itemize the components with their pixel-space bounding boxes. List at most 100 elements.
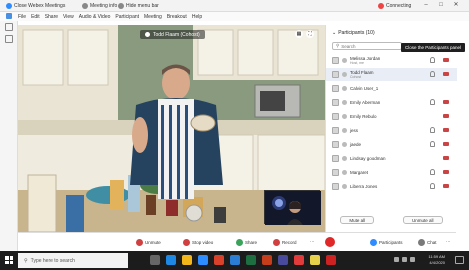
- mic-icon[interactable]: [430, 57, 435, 63]
- avatar-icon: [332, 169, 339, 176]
- participant-row[interactable]: Emily Rebulo: [326, 110, 457, 123]
- stop-video-button[interactable]: Stop video: [183, 237, 213, 247]
- menu-edit[interactable]: Edit: [31, 14, 40, 20]
- participant-row[interactable]: Todd Flaam Cohost: [326, 68, 457, 81]
- participant-row[interactable]: Margaret: [326, 166, 457, 179]
- layout-icon[interactable]: [5, 35, 13, 43]
- tab-label: Hide menu bar: [126, 3, 159, 9]
- menu-participant[interactable]: Participant: [115, 14, 139, 20]
- mic-icon[interactable]: [430, 71, 435, 77]
- video-status-icon: [342, 58, 347, 63]
- participant-row[interactable]: Melissa Jordan Host, me: [326, 54, 457, 67]
- powerpoint-icon[interactable]: [262, 255, 272, 265]
- mic-icon[interactable]: [430, 141, 435, 147]
- info-icon: [82, 3, 88, 9]
- menu-breakout[interactable]: Breakout: [167, 14, 187, 20]
- title-bar: Close Webex Meetings Meeting info Hide m…: [0, 0, 469, 12]
- avatar-icon: [332, 141, 339, 148]
- video-status-icon: [342, 170, 347, 175]
- avatar-icon: [332, 57, 339, 64]
- mute-all-button[interactable]: Mute all: [340, 216, 375, 224]
- record-button[interactable]: Record: [273, 237, 297, 247]
- fullscreen-icon[interactable]: ⛶: [306, 30, 314, 38]
- end-meeting-button[interactable]: [325, 237, 335, 247]
- taskbar-search[interactable]: ⚲ Type here to search: [18, 253, 128, 268]
- participant-search[interactable]: ⚲: [332, 42, 402, 50]
- avatar-icon: [332, 127, 339, 134]
- share-button[interactable]: Share: [236, 237, 257, 247]
- menu-help[interactable]: Help: [192, 14, 202, 20]
- mic-icon[interactable]: [430, 183, 435, 189]
- participant-row[interactable]: jaede: [326, 138, 457, 151]
- app-icon[interactable]: [214, 255, 224, 265]
- participant-name: jaede: [350, 142, 362, 147]
- participant-row[interactable]: Calvin User_1: [326, 82, 457, 95]
- menu-meeting[interactable]: Meeting: [144, 14, 162, 20]
- participants-button[interactable]: Participants: [370, 237, 403, 247]
- video-status-icon: [342, 128, 347, 133]
- avatar-icon: [332, 183, 339, 190]
- search-icon: ⚲: [24, 257, 28, 264]
- app-icon[interactable]: [294, 255, 304, 265]
- record-icon: [273, 238, 280, 246]
- collapse-chevron-icon[interactable]: ⌄: [332, 30, 336, 36]
- more-icon: ⋯: [310, 239, 315, 244]
- word-icon[interactable]: [230, 255, 240, 265]
- participant-name: jess: [350, 128, 359, 133]
- participant-row[interactable]: Emily Aberman: [326, 96, 457, 109]
- chrome-icon[interactable]: [310, 255, 320, 265]
- tab-meeting-info[interactable]: Meeting info: [82, 2, 117, 10]
- avatar-icon: [332, 71, 339, 78]
- menu-share[interactable]: Share: [45, 14, 58, 20]
- close-button[interactable]: ✕: [451, 1, 461, 10]
- layout-toggle-icon[interactable]: ▦: [295, 30, 303, 38]
- task-view-icon[interactable]: [150, 255, 160, 265]
- chat-button[interactable]: Chat: [418, 237, 437, 247]
- camera-icon: [443, 156, 449, 160]
- self-view-thumbnail[interactable]: [264, 190, 321, 225]
- notifications-icon[interactable]: [455, 256, 464, 264]
- camera-icon: [443, 114, 449, 118]
- clock-date: 4/4/2020: [429, 260, 445, 265]
- menu-audio-video[interactable]: Audio & Video: [79, 14, 111, 20]
- participant-row[interactable]: jess: [326, 124, 457, 137]
- webex-taskbar-icon[interactable]: [198, 255, 208, 265]
- more-options-button[interactable]: ⋯: [310, 237, 315, 247]
- tab-label: Meeting info: [90, 3, 118, 9]
- excel-icon[interactable]: [246, 255, 256, 265]
- taskbar-clock[interactable]: 11:59 AM 4/4/2020: [428, 254, 445, 266]
- file-explorer-icon[interactable]: [182, 255, 192, 265]
- toolbar-more-button[interactable]: ⋯: [446, 237, 451, 247]
- taskbar-search-placeholder: Type here to search: [30, 257, 75, 264]
- participant-search-input[interactable]: [341, 43, 400, 49]
- windows-start-icon[interactable]: [5, 256, 13, 264]
- windows-taskbar: ⚲ Type here to search 11:59 AM 4/4/2020: [0, 251, 469, 270]
- unmute-all-button[interactable]: Unmute all: [403, 216, 443, 224]
- mic-icon[interactable]: [430, 99, 435, 105]
- camera-icon: [443, 184, 449, 188]
- menu-view[interactable]: View: [63, 14, 74, 20]
- camera-icon: [443, 142, 449, 146]
- panel-toggle-icon[interactable]: [5, 23, 13, 31]
- battery-icon[interactable]: [410, 257, 415, 262]
- video-status-icon: [342, 184, 347, 189]
- app-icon: [6, 13, 12, 19]
- participant-row[interactable]: Lindsay goodman: [326, 152, 457, 165]
- mic-icon[interactable]: [430, 169, 435, 175]
- mic-icon[interactable]: [430, 127, 435, 133]
- volume-icon[interactable]: [402, 257, 407, 262]
- tab-hide-menu[interactable]: Hide menu bar: [118, 2, 159, 10]
- participant-role: Cohost: [350, 75, 362, 79]
- menu-file[interactable]: File: [18, 14, 26, 20]
- tab-close-webex[interactable]: Close Webex Meetings: [6, 2, 65, 10]
- participant-name: Margaret: [350, 170, 369, 175]
- avatar-icon: [332, 99, 339, 106]
- teams-icon[interactable]: [278, 255, 288, 265]
- app-icon[interactable]: [326, 255, 336, 265]
- maximize-button[interactable]: □: [436, 1, 446, 10]
- participant-row[interactable]: Liberra Jones: [326, 180, 457, 193]
- unmute-button[interactable]: Unmute: [136, 237, 161, 247]
- network-icon[interactable]: [394, 257, 399, 262]
- edge-icon[interactable]: [166, 255, 176, 265]
- minimize-button[interactable]: –: [421, 1, 431, 10]
